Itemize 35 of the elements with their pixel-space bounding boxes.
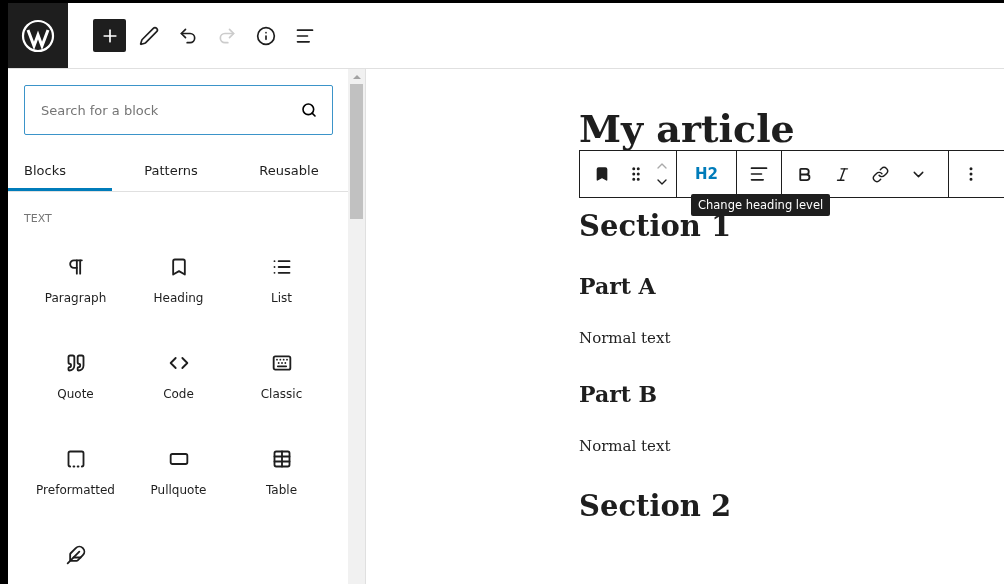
site-logo-button[interactable]	[8, 3, 68, 68]
category-heading: TEXT	[24, 212, 53, 225]
tab[interactable]: Reusable	[230, 149, 348, 191]
block-item[interactable]: Table	[230, 443, 333, 521]
block-item[interactable]: List	[230, 251, 333, 329]
scrollbar[interactable]	[348, 69, 366, 584]
paragraph-text: Normal text	[579, 436, 672, 455]
heading-text: Part B	[579, 380, 659, 407]
tab[interactable]: Blocks	[8, 149, 112, 191]
block-item[interactable]: Heading	[127, 251, 230, 329]
logo-icon[interactable]	[21, 18, 55, 53]
quote-icon	[65, 353, 86, 373]
preformatted-icon	[65, 449, 86, 469]
block-item[interactable]: Classic	[230, 347, 333, 425]
block-item[interactable]: Quote	[24, 347, 127, 425]
info-icon	[255, 25, 276, 46]
tab[interactable]: Patterns	[112, 149, 230, 191]
plus-button[interactable]	[93, 19, 126, 52]
block-item[interactable]: Pullquote	[127, 443, 230, 521]
search-icon	[301, 102, 317, 118]
post-title: My article	[579, 107, 796, 151]
list-icon	[271, 257, 292, 277]
block-item[interactable]: Preformatted	[24, 443, 127, 521]
heading-text: Part A	[579, 272, 657, 299]
undo-icon	[177, 25, 198, 46]
block-item[interactable]: Paragraph	[24, 251, 127, 329]
heading-level-button[interactable]: H2	[683, 152, 730, 196]
heading-text: Section 2	[579, 488, 733, 523]
search-field[interactable]: Search for a block	[24, 85, 333, 135]
block-item[interactable]: Code	[127, 347, 230, 425]
keyboard-icon	[271, 353, 292, 373]
paragraph-text: Normal text	[579, 328, 672, 347]
pen-icon	[138, 25, 159, 46]
table-icon	[271, 449, 292, 469]
feather-icon	[65, 545, 86, 565]
